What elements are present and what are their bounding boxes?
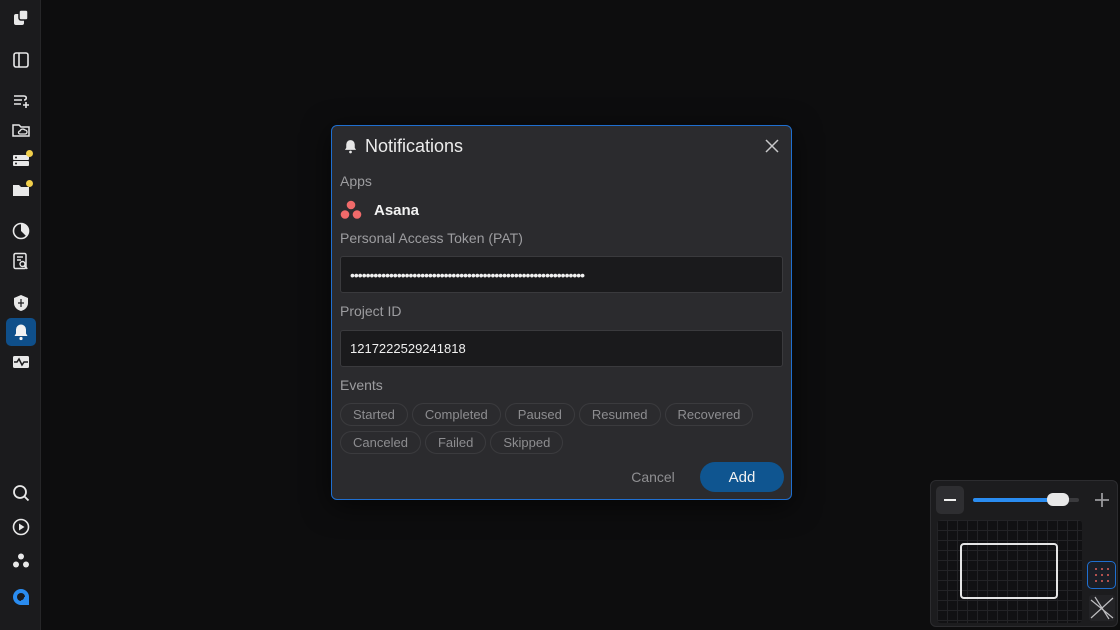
notifications-dialog: Notifications Apps Asana Personal Access… — [331, 125, 792, 500]
close-icon — [765, 139, 779, 153]
dialog-title: Notifications — [365, 136, 464, 156]
minimap-panel — [930, 480, 1118, 627]
folder-icon[interactable] — [6, 176, 36, 204]
event-chip-paused[interactable]: Paused — [504, 403, 575, 426]
pie-chart-icon[interactable] — [6, 217, 36, 245]
zoom-slider-thumb[interactable] — [1046, 493, 1069, 506]
server-icon[interactable] — [6, 146, 36, 174]
search-icon[interactable] — [6, 479, 36, 507]
event-chip-recovered[interactable]: Recovered — [664, 403, 754, 426]
minimap-canvas[interactable] — [937, 520, 1082, 623]
dialog-header: Notifications — [342, 136, 463, 157]
project-id-label: Project ID — [340, 303, 402, 319]
event-chip-failed[interactable]: Failed — [424, 431, 487, 454]
minus-icon — [944, 499, 956, 501]
play-circle-icon[interactable] — [6, 513, 36, 541]
pat-input[interactable] — [340, 256, 783, 293]
cloud-folder-icon[interactable] — [6, 116, 36, 144]
folder-badge — [26, 180, 33, 187]
snap-toggle-button[interactable] — [1087, 593, 1116, 623]
selected-app: Asana — [340, 200, 419, 220]
asana-dots-icon[interactable] — [6, 547, 36, 575]
cancel-button[interactable]: Cancel — [622, 463, 684, 491]
plus-icon — [1095, 493, 1109, 507]
event-chip-started[interactable]: Started — [340, 403, 408, 426]
sidebar-panel-icon[interactable] — [6, 46, 36, 74]
zoom-slider[interactable] — [973, 493, 1079, 506]
app-name: Asana — [374, 201, 420, 219]
event-chip-skipped[interactable]: Skipped — [490, 431, 564, 454]
zoom-in-button[interactable] — [1089, 486, 1115, 514]
pat-label: Personal Access Token (PAT) — [340, 230, 523, 246]
app-logo-icon[interactable] — [6, 4, 36, 32]
bell-icon[interactable] — [6, 318, 36, 346]
project-id-input[interactable] — [340, 330, 783, 367]
document-search-icon[interactable] — [6, 247, 36, 275]
brand-logo-icon[interactable] — [6, 583, 36, 611]
pulse-icon[interactable] — [6, 348, 36, 376]
left-sidebar — [0, 0, 41, 630]
grid-toggle-button[interactable] — [1087, 561, 1116, 589]
event-chip-resumed[interactable]: Resumed — [578, 403, 661, 426]
shield-icon[interactable] — [6, 289, 36, 317]
event-chip-completed[interactable]: Completed — [411, 403, 501, 426]
event-chip-canceled[interactable]: Canceled — [340, 431, 421, 454]
snap-lines-icon — [1088, 595, 1115, 621]
events-list: Started Completed Paused Resumed Recover… — [340, 403, 785, 454]
close-button[interactable] — [763, 137, 781, 155]
zoom-out-button[interactable] — [936, 486, 964, 514]
minimap-viewport[interactable] — [960, 543, 1058, 599]
asana-logo-icon — [340, 200, 362, 219]
apps-label: Apps — [340, 173, 372, 189]
bell-icon — [344, 140, 357, 154]
server-badge — [26, 150, 33, 157]
events-label: Events — [340, 377, 383, 393]
workflow-add-icon[interactable] — [6, 86, 36, 114]
add-button[interactable]: Add — [700, 462, 784, 492]
dot-grid-icon — [1094, 568, 1109, 582]
